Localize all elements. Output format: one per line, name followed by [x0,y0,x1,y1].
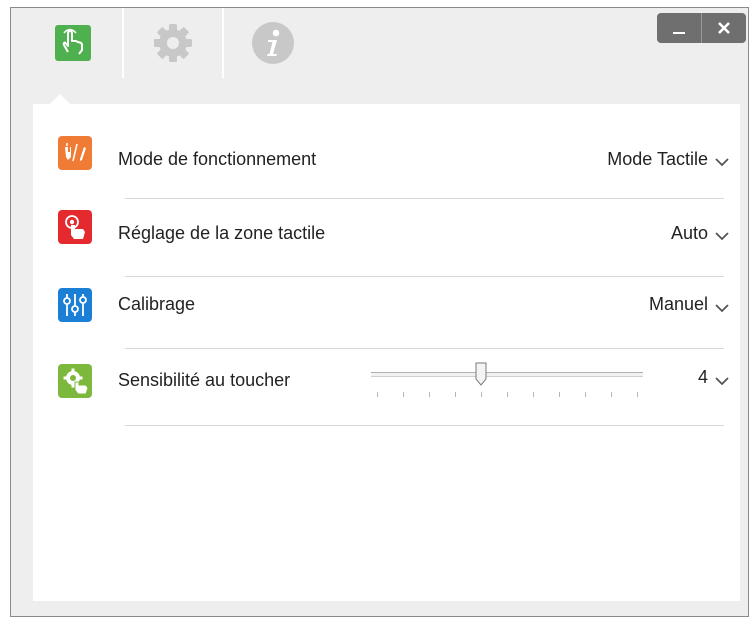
chevron-down-icon[interactable] [714,154,730,170]
pen-touch-icon [58,136,92,170]
setting-value[interactable]: Auto [671,223,708,244]
chevron-down-icon[interactable] [714,373,730,389]
minimize-button[interactable] [657,13,701,43]
slider-tick [533,392,534,397]
chevron-down-icon[interactable] [714,228,730,244]
setting-label: Calibrage [118,294,196,314]
slider-tick [611,392,612,397]
setting-row-sensitivity[interactable]: Sensibilité au toucher 4 [33,342,740,426]
close-button[interactable] [701,13,746,43]
gear-icon [151,21,195,65]
slider-tick [377,392,378,397]
setting-row-mode[interactable]: Mode de fonctionnement Mode Tactile [33,114,740,199]
touch-zone-icon [58,210,92,244]
sliders-icon [58,288,92,322]
touch-tab-icon [54,24,92,62]
tab-touch[interactable] [25,8,120,78]
slider-tick [559,392,560,397]
setting-label: Mode de fonctionnement [118,149,317,169]
setting-value[interactable]: 4 [698,367,708,388]
minimize-icon [673,32,685,34]
setting-value[interactable]: Manuel [649,294,708,315]
tab-settings[interactable] [125,8,220,78]
slider-ticks [371,392,643,398]
app-window: Mode de fonctionnement Mode Tactile Régl… [10,7,749,617]
slider-tick [403,392,404,397]
setting-label: Réglage de la zone tactile [118,223,326,243]
info-icon [251,21,295,65]
settings-panel: Mode de fonctionnement Mode Tactile Régl… [33,104,740,601]
hand-gear-icon [58,364,92,398]
tab-info[interactable] [225,8,320,78]
window-controls [657,13,746,43]
close-icon [718,22,730,34]
slider-tick [637,392,638,397]
chevron-down-icon[interactable] [714,300,730,316]
slider-tick [481,392,482,397]
setting-label: Sensibilité au toucher [118,370,291,390]
setting-row-zone[interactable]: Réglage de la zone tactile Auto [33,192,740,277]
sensitivity-slider[interactable] [371,360,643,400]
setting-value[interactable]: Mode Tactile [607,149,708,170]
slider-tick [429,392,430,397]
setting-row-calibration[interactable]: Calibrage Manuel [33,270,740,349]
slider-track [371,372,643,377]
slider-tick [455,392,456,397]
slider-tick [507,392,508,397]
slider-tick [585,392,586,397]
slider-thumb[interactable] [475,362,487,386]
